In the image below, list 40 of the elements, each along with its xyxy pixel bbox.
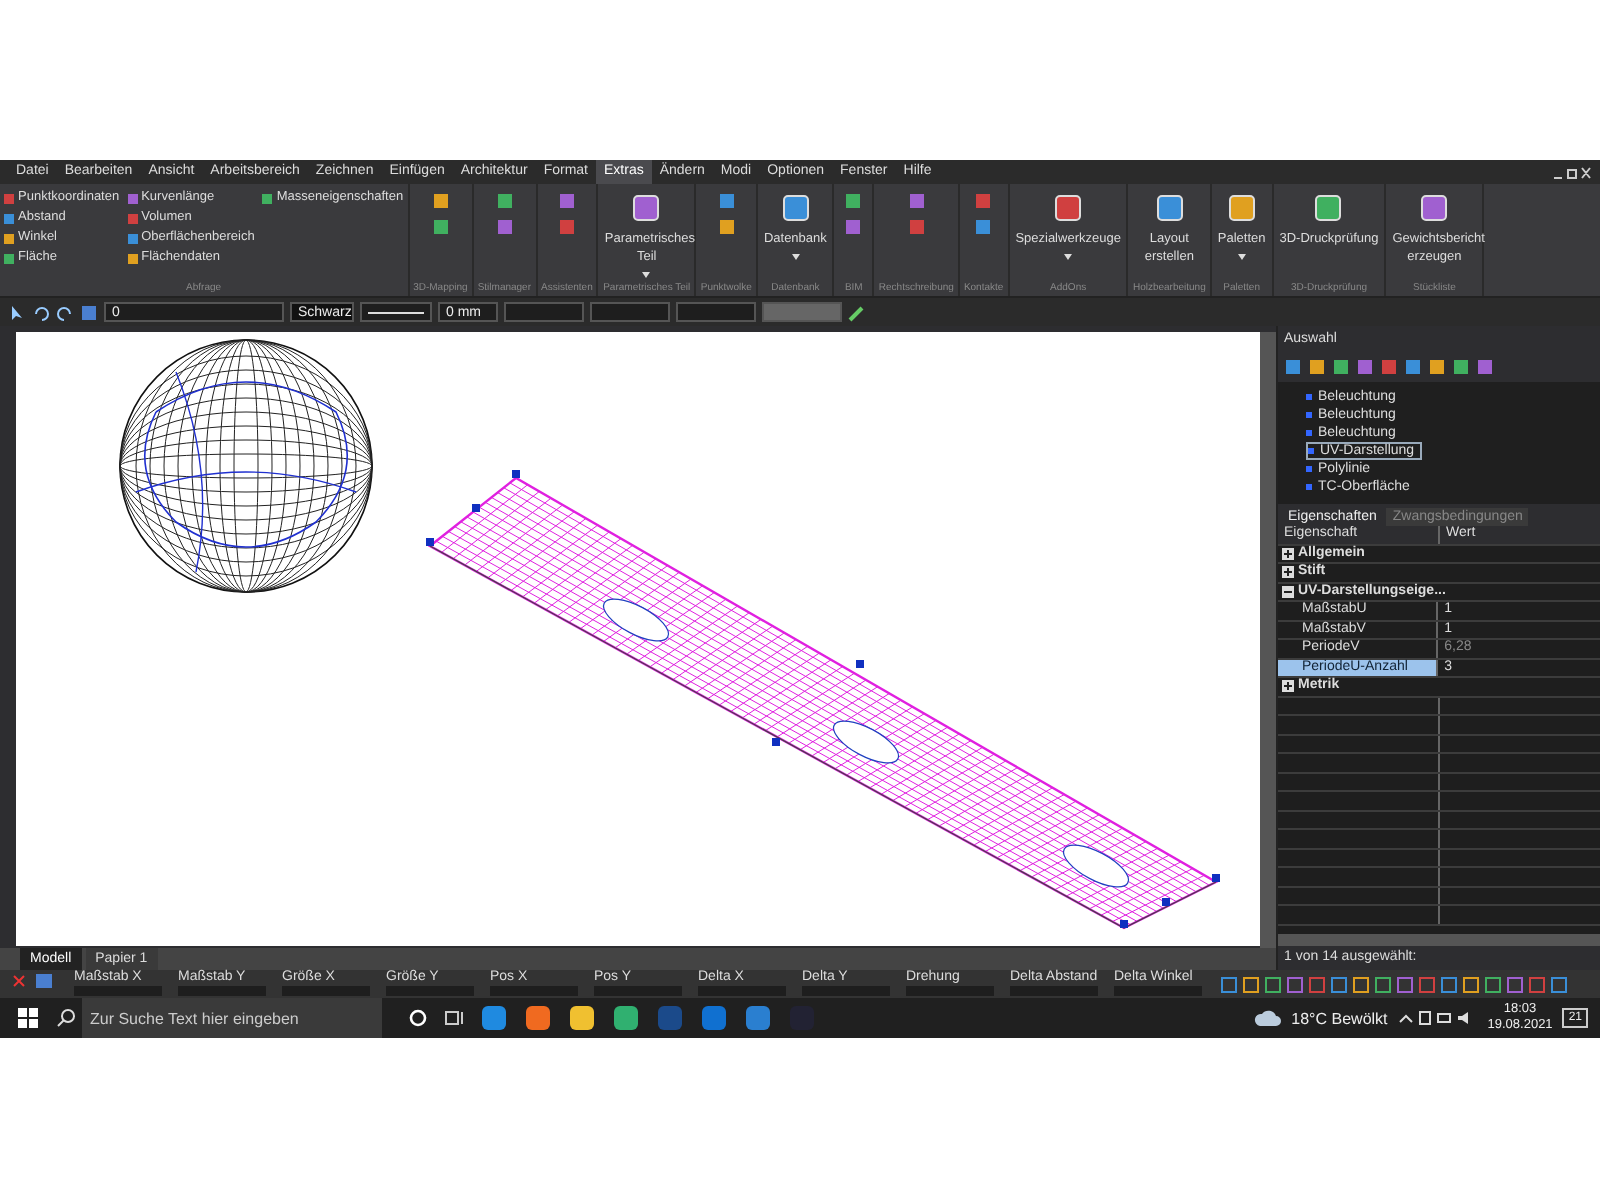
taskbar-app-icon[interactable] (612, 1004, 640, 1032)
undo-icon[interactable] (32, 303, 50, 321)
coordinate-field[interactable] (74, 986, 162, 996)
weather-text[interactable]: 18°C Bewölkt (1291, 1009, 1388, 1027)
caret-icon (1064, 254, 1073, 260)
scrollbar[interactable] (1278, 934, 1600, 946)
scrollbar[interactable] (1260, 332, 1276, 948)
tool-icon (630, 192, 663, 224)
dropdown-field[interactable] (676, 302, 756, 322)
tool-icon (1312, 192, 1345, 224)
tool-icon (779, 192, 812, 224)
taskbar-app-icon[interactable] (480, 1004, 508, 1032)
start-icon[interactable] (16, 1006, 40, 1030)
taskbar-app-icon[interactable] (568, 1004, 596, 1032)
tool-icon (1225, 192, 1258, 224)
mesh-strip-drawing[interactable] (426, 470, 1220, 930)
dropdown-field[interactable] (762, 302, 842, 322)
redo-icon[interactable] (56, 303, 74, 321)
cloud-icon (1253, 1008, 1282, 1028)
dropdown-field[interactable] (504, 302, 584, 322)
coordinate-field[interactable] (282, 986, 370, 996)
search-field[interactable]: Zur Suche Text hier eingeben (82, 998, 382, 1038)
cursor-icon[interactable] (8, 303, 26, 321)
taskbar-app-icon[interactable] (744, 1004, 772, 1032)
coordinate-field[interactable] (178, 986, 266, 996)
task-view-icon[interactable] (444, 1008, 464, 1028)
pen-icon[interactable] (848, 303, 866, 321)
caret-icon (1237, 254, 1246, 260)
caret-icon (791, 254, 800, 260)
grid-icon[interactable] (80, 303, 98, 321)
cortana-icon[interactable] (408, 1008, 428, 1028)
linetype-field[interactable] (360, 302, 432, 322)
caret-icon (642, 272, 651, 278)
tool-icon (1418, 192, 1451, 224)
drawing-canvas[interactable] (16, 332, 1260, 946)
dropdown-field[interactable] (590, 302, 670, 322)
tool-icon (1153, 192, 1186, 224)
taskbar-app-icon[interactable] (524, 1004, 552, 1032)
tool-icon (1052, 192, 1085, 224)
search-icon (56, 1008, 76, 1028)
